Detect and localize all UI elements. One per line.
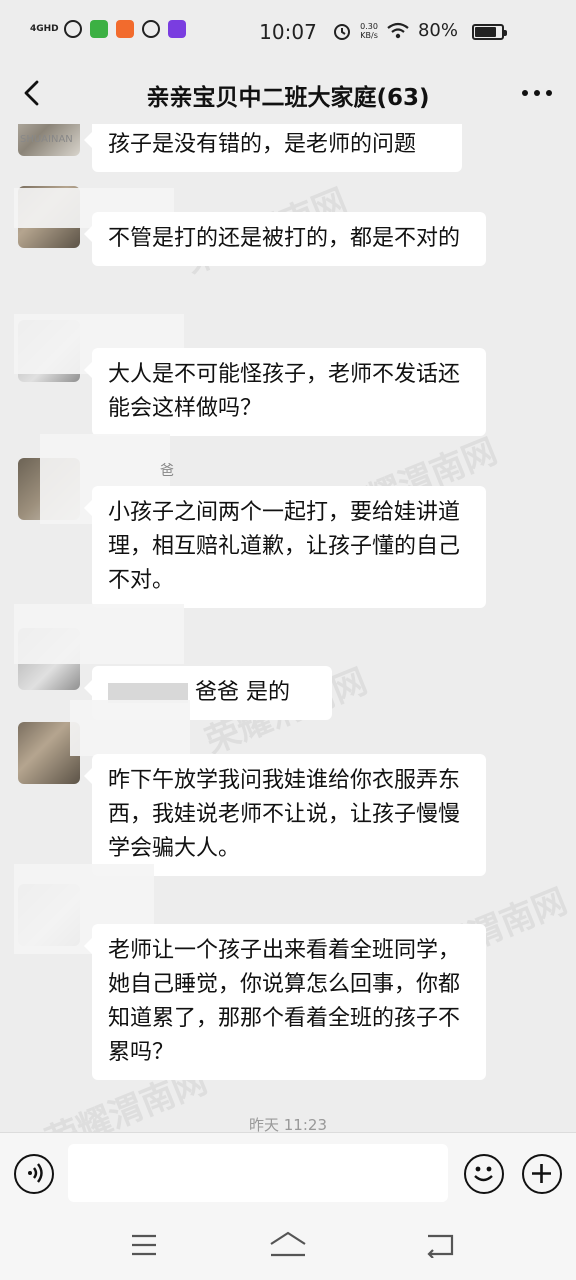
chevron-left-icon[interactable] <box>18 78 48 108</box>
message-input[interactable] <box>68 1144 448 1202</box>
status-right: 0.30 KB/s 80% <box>332 20 458 41</box>
message-bubble[interactable]: 孩子是没有错的，是老师的问题 <box>84 124 462 172</box>
back-nav-icon[interactable] <box>424 1230 456 1258</box>
network-speed: 0.30 KB/s <box>360 22 378 40</box>
wifi-icon <box>387 22 409 38</box>
sender-name: 爸 <box>160 463 174 479</box>
speed-unit: KB/s <box>360 30 378 40</box>
battery-percent: 80% <box>417 20 458 41</box>
message-bubble[interactable]: 老师让一个孩子出来看着全班同学，她自己睡觉，你说算怎么回事，你都知道累了，那那个… <box>84 924 486 1080</box>
privacy-mosaic <box>70 700 190 756</box>
sender-name: SHUAINAN <box>20 134 73 145</box>
more-dots-icon[interactable] <box>522 90 552 96</box>
system-navigation <box>0 1212 576 1280</box>
battery-icon <box>472 24 507 40</box>
plus-icon[interactable] <box>522 1154 562 1194</box>
message-bubble[interactable]: 昨下午放学我问我娃谁给你衣服弄东西，我娃说老师不让说，让孩子慢慢学会骗大人。 <box>84 754 486 876</box>
chat-title: 亲亲宝贝中二班大家庭(63) <box>146 85 430 111</box>
message-bubble[interactable]: 小孩子之间两个一起打，要给娃讲道理，相互赔礼道歉，让孩子懂的自己不对。 <box>84 486 486 608</box>
emoji-icon[interactable] <box>464 1154 504 1194</box>
home-icon[interactable] <box>268 1230 308 1258</box>
speed-value: 0.30 <box>360 21 378 31</box>
chat-area[interactable]: 荣耀渭南网 荣耀渭南网 荣耀渭南网 荣耀渭南网 荣耀渭南网 SHUAINAN 孩… <box>0 124 576 1132</box>
status-bar: 4GHD 10:07 0.30 KB/s 80% <box>0 0 576 62</box>
menu-icon[interactable] <box>130 1232 158 1258</box>
message-text: 爸爸 是的 <box>195 680 290 705</box>
timestamp: 昨天 11:23 <box>249 1116 327 1132</box>
input-bar <box>0 1132 576 1212</box>
alarm-icon <box>334 23 351 40</box>
voice-icon[interactable] <box>14 1154 54 1194</box>
chat-header: 亲亲宝贝中二班大家庭(63) <box>0 62 576 124</box>
battery-level <box>475 27 496 37</box>
message-bubble[interactable]: 不管是打的还是被打的，都是不对的 <box>84 212 486 266</box>
privacy-mosaic <box>14 604 184 664</box>
message-bubble[interactable]: 大人是不可能怪孩子，老师不发话还能会这样做吗？ <box>84 348 486 436</box>
